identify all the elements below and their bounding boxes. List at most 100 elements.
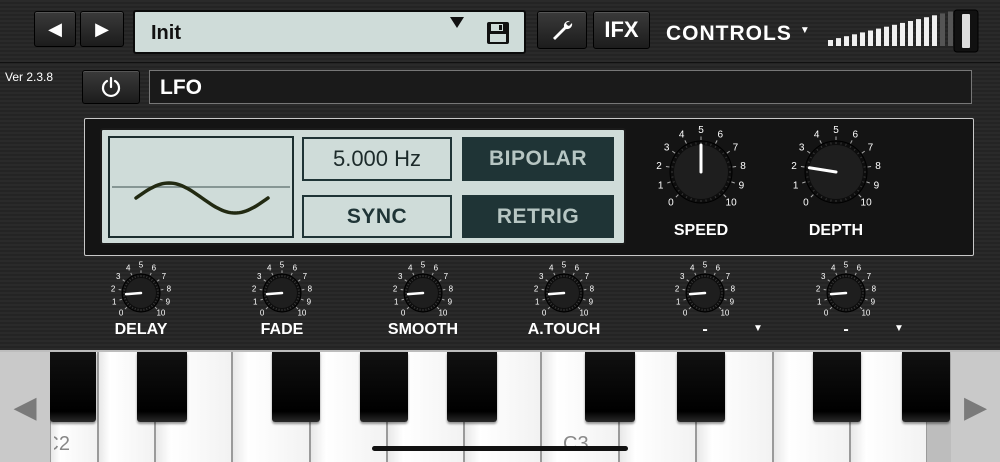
knob-scale-tick: 9: [166, 298, 171, 307]
sync-button[interactable]: SYNC: [302, 195, 452, 238]
piano-black-key[interactable]: [677, 352, 725, 422]
preset-name: Init: [151, 22, 181, 44]
volume-bar: [844, 36, 849, 46]
dropdown-triangle-icon[interactable]: [450, 17, 464, 28]
piano-black-key[interactable]: [272, 352, 320, 422]
bipolar-button[interactable]: BIPOLAR: [462, 137, 614, 181]
piano-black-key[interactable]: [50, 352, 96, 422]
knob-scale-tick: 10: [297, 309, 306, 318]
knob-scale-tick: 5: [698, 125, 704, 136]
knob-speed[interactable]: 01 234 5 678 910: [645, 116, 757, 228]
piano-black-key[interactable]: [447, 352, 497, 422]
knob-scale-tick: 6: [293, 264, 298, 273]
retrig-label: RETRIG: [496, 204, 580, 228]
knob-depth[interactable]: 01 234 5 678 910: [780, 116, 892, 228]
knob-scale-tick: 2: [791, 161, 797, 172]
knob-scale-tick: 10: [861, 198, 873, 209]
knob-scale-tick: 4: [679, 130, 685, 141]
knob-scale-tick: 1: [253, 298, 258, 307]
knob-scale-tick: 8: [308, 284, 313, 293]
prev-preset-button[interactable]: ◀: [34, 11, 76, 47]
save-icon[interactable]: [485, 20, 511, 46]
knob-scale-tick: 0: [668, 198, 674, 209]
knob-scale-tick: 10: [861, 309, 870, 318]
knob-scale-tick: 7: [868, 143, 874, 154]
knob-scale-tick: 0: [824, 309, 829, 318]
knob-scale-tick: 10: [720, 309, 729, 318]
knob-scale-tick: 7: [585, 272, 590, 281]
sync-label: SYNC: [346, 204, 408, 228]
knob-indicator: [547, 291, 566, 296]
knob-label: SMOOTH: [387, 321, 459, 338]
knob-label: FADE: [260, 321, 304, 338]
knob-scale-tick: 2: [816, 284, 821, 293]
knob-scale-tick: 9: [739, 181, 745, 192]
knob-scale-tick: 0: [401, 309, 406, 318]
volume-bar: [828, 40, 833, 46]
knob-scale-tick: 1: [793, 181, 799, 192]
version-label: Ver 2.3.8: [5, 70, 54, 84]
knob-scale-tick: 2: [252, 284, 257, 293]
knob-scale-tick: 10: [438, 309, 447, 318]
volume-bar: [948, 11, 953, 46]
piano-black-key[interactable]: [813, 352, 861, 422]
piano-black-key[interactable]: [360, 352, 408, 422]
knob-scale-tick: 6: [716, 264, 721, 273]
knob-scale-tick: 6: [718, 130, 724, 141]
octave-up-button[interactable]: ▶: [951, 352, 1000, 462]
knob-label: -: [702, 321, 708, 338]
settings-button[interactable]: [537, 11, 587, 49]
power-icon: [101, 76, 121, 98]
waveform-display[interactable]: [108, 136, 294, 238]
knob-scale-tick: 5: [562, 261, 567, 270]
power-button[interactable]: [82, 70, 140, 104]
knob-label: SPEED: [673, 222, 729, 239]
knob-label: DELAY: [114, 321, 168, 338]
knob-scale-tick: 4: [831, 264, 836, 273]
chevron-down-icon[interactable]: ▼: [753, 323, 763, 334]
knob-scale-tick: 2: [656, 161, 662, 172]
knob-scale-tick: 0: [683, 309, 688, 318]
knob-label: -: [843, 321, 849, 338]
knob-scale-tick: 7: [726, 272, 731, 281]
knob-scale-tick: 9: [448, 298, 453, 307]
header-divider: [0, 62, 1000, 63]
knob-scale-tick: 9: [730, 298, 735, 307]
knob-scale-tick: 6: [857, 264, 862, 273]
rate-display[interactable]: 5.000 Hz: [302, 137, 452, 181]
chevron-down-icon[interactable]: ▼: [894, 323, 904, 334]
controls-menu[interactable]: CONTROLS ▼: [666, 20, 810, 48]
knob-scale-tick: 8: [872, 284, 877, 293]
triangle-right-icon: ▶: [95, 18, 109, 39]
wrench-icon: [553, 20, 573, 40]
retrig-button[interactable]: RETRIG: [462, 195, 614, 238]
knob-indicator: [124, 291, 143, 296]
knob-scale-tick: 3: [821, 272, 826, 281]
piano-black-key[interactable]: [585, 352, 635, 422]
next-preset-button[interactable]: ▶: [80, 11, 124, 47]
preset-selector[interactable]: Init: [133, 10, 526, 54]
knob-indicator: [688, 291, 707, 296]
volume-bar: [860, 32, 865, 46]
knob-scale-tick: 5: [844, 261, 849, 270]
knob-scale-tick: 3: [398, 272, 403, 281]
knob-scale-tick: 1: [394, 298, 399, 307]
knob-scale-tick: 2: [675, 284, 680, 293]
knob-scale-tick: 10: [156, 309, 165, 318]
piano-black-key[interactable]: [902, 352, 950, 422]
ifx-button[interactable]: IFX: [593, 11, 650, 49]
knob-scale-tick: 2: [534, 284, 539, 293]
knob-scale-tick: 6: [575, 264, 580, 273]
bipolar-label: BIPOLAR: [489, 147, 587, 170]
octave-down-button[interactable]: ◀: [0, 352, 50, 462]
triangle-left-icon: ◀: [48, 18, 62, 39]
controls-label: CONTROLS: [666, 22, 792, 45]
piano-black-key[interactable]: [137, 352, 187, 422]
knob-scale-tick: 1: [658, 181, 664, 192]
app-root: ◀ ▶ Init IFX CONTROLS ▼ Ver 2.3.8 LFO 5.…: [0, 0, 1000, 462]
knob-scale-tick: 4: [408, 264, 413, 273]
knob-scale-tick: 1: [676, 298, 681, 307]
volume-meter[interactable]: [826, 8, 986, 54]
knob-label: A.TOUCH: [527, 321, 601, 338]
triangle-left-icon: ◀: [13, 390, 37, 424]
